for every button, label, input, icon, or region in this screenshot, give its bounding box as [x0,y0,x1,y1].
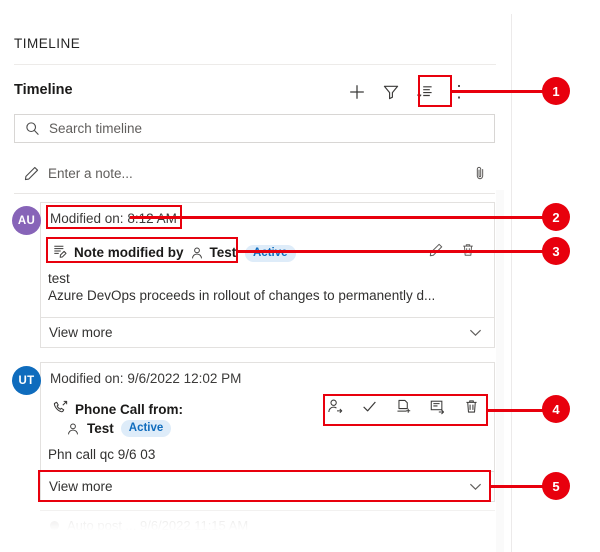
note-title-text: Note modified by [74,245,184,260]
avatar: UT [12,366,41,395]
annotation-badge-5: 5 [542,472,570,500]
page-title: TIMELINE [14,36,81,51]
delete-icon[interactable] [463,398,480,415]
composer-divider [14,193,495,194]
more-options-button[interactable]: ⋮ [442,78,476,106]
sort-icon [417,86,432,98]
view-more-label: View more [49,479,113,494]
plus-icon [350,85,364,99]
convert-icon[interactable] [429,398,446,415]
faded-entry-text: Auto post ... 9/6/2022 11:15 AM [67,518,249,533]
note-composer[interactable] [14,155,495,191]
annotation-badge-2: 2 [542,203,570,231]
phonecall-view-more[interactable]: View more [41,471,494,501]
person-icon [190,246,204,260]
header-divider [14,64,496,65]
phonecall-person-row: Test Active [66,420,172,437]
assign-icon[interactable] [327,398,344,415]
more-vertical-icon: ⋮ [450,82,468,101]
phonecall-person-name: Test [87,421,114,436]
search-box[interactable] [14,114,495,143]
faded-entry-line: Auto post ... 9/6/2022 11:15 AM [50,518,248,533]
panel-right-divider [511,14,512,552]
note-record-title[interactable]: Note modified by Test [52,243,236,262]
modified-on-label: Modified on: [50,211,124,226]
filter-icon [383,85,399,100]
annotation-badge-4: 4 [542,395,570,423]
phone-call-icon [52,399,69,419]
phonecall-title-text: Phone Call from: [75,401,184,417]
annotation-badge-1: 1 [542,77,570,105]
modified-on-time: 9/6/2022 12:02 PM [127,371,242,386]
status-badge: Active [120,420,172,437]
modified-on-line: Modified on: 9/6/2022 12:02 PM [50,371,241,386]
note-action-icons [428,242,476,258]
note-icon [52,243,68,262]
sort-button[interactable] [408,78,442,106]
timeline-screenshot: TIMELINE Timeline ⋮ Search timeline Ente… [0,0,600,552]
mark-complete-icon[interactable] [361,398,378,415]
person-icon [66,422,80,436]
timeline-panel: TIMELINE Timeline ⋮ Search timeline Ente… [0,0,512,552]
search-icon [15,121,49,136]
note-body-line-1: test [48,271,70,286]
annotation-badge-3: 3 [542,237,570,265]
edit-icon[interactable] [428,242,444,258]
timeline-card-next-partial[interactable]: Auto post ... 9/6/2022 11:15 AM [40,510,495,550]
add-to-queue-icon[interactable] [395,398,412,415]
search-input[interactable] [49,115,494,142]
modified-on-line: Modified on: 8:12 AM [50,211,177,226]
avatar [50,521,59,530]
note-view-more[interactable]: View more [41,317,494,347]
note-person-name: Test [209,245,237,260]
view-more-label: View more [49,325,113,340]
status-badge: Active [245,245,296,262]
phonecall-action-icons [327,398,480,415]
modified-on-label: Modified on: [50,371,124,386]
chevron-down-icon [467,478,484,495]
pencil-icon [14,165,48,182]
section-title: Timeline [14,82,73,98]
chevron-down-icon [467,324,484,341]
filter-button[interactable] [374,78,408,106]
paperclip-icon[interactable] [465,165,495,181]
phonecall-body-line-1: Phn call qc 9/6 03 [48,447,156,462]
note-body-line-2: Azure DevOps proceeds in rollout of chan… [48,288,436,303]
modified-on-time: 8:12 AM [127,211,177,226]
phonecall-record-title[interactable]: Phone Call from: [52,399,183,419]
delete-icon[interactable] [460,242,476,258]
avatar: AU [12,206,41,235]
add-record-button[interactable] [340,78,374,106]
note-input[interactable] [48,155,465,191]
timeline-scrollbar[interactable] [496,190,504,552]
timeline-toolbar: ⋮ [340,78,476,106]
